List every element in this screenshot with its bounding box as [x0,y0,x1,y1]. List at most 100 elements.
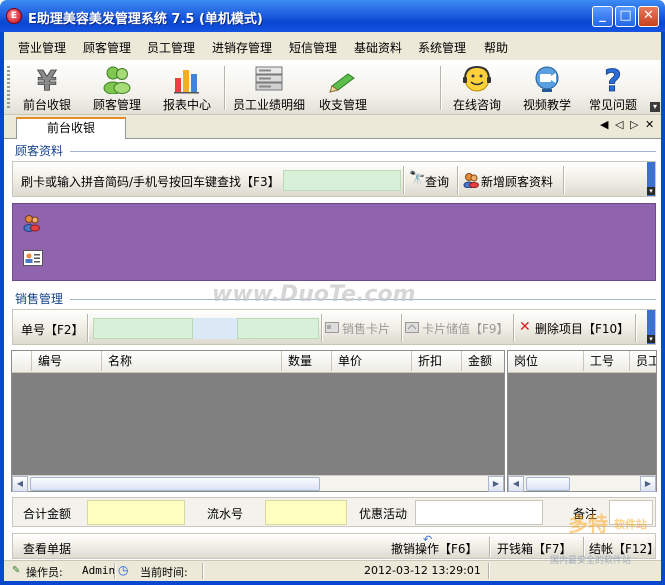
bar-chart-icon [174,70,199,94]
scroll-right-icon[interactable]: ▶ [640,476,656,492]
col-header-amount[interactable]: 金额 [462,351,504,371]
customer-search-input[interactable] [283,170,401,191]
toolbar-grip[interactable] [7,66,10,110]
undo-button[interactable]: ↶ 撤销操作【F6】 [387,533,491,558]
toolbar-online-consult-label: 在线咨询 [452,98,501,112]
order-number-spacer [193,318,237,339]
document-tabs: 前台收银 ◀ ◁ ▷ ✕ [4,115,661,139]
current-time-label: 当前时间: [140,566,188,579]
sales-bar-overflow-icon[interactable]: ▾ [647,335,655,343]
col-header-unit-price[interactable]: 单价 [332,351,412,371]
scroll-thumb[interactable] [30,477,320,491]
tab-next-icon[interactable]: ▷ [630,118,638,131]
toolbar: ¥ 前台收银 顾客管理 报表中心 员工业绩明细 收支管理 在线咨询 视频教学 ?… [4,60,661,115]
menu-basic-data[interactable]: 基础资料 [354,39,402,56]
staff-grid-hscroll[interactable]: ◀ ▶ [508,475,656,492]
sales-toolbar: 单号【F2】 销售卡片 卡片储值【F9】 ✕ 删除项目【F10】 ▾ [12,309,656,345]
svg-text:?: ? [604,64,621,94]
col-header-discount[interactable]: 折扣 [412,351,462,371]
maximize-button[interactable]: □ [615,6,636,27]
scroll-right-icon[interactable]: ▶ [488,476,504,492]
tab-cashier[interactable]: 前台收银 [16,117,126,139]
customer-search-bar: 刷卡或输入拼音简码/手机号按回车键查找【F3】 🔭 查询 新增顾客资料 ▾ [12,161,656,197]
delete-item-button[interactable]: ✕ 删除项目【F10】 [519,319,631,338]
order-extra-input[interactable] [237,318,319,339]
card-icon [325,322,339,333]
card-recharge-button[interactable]: 卡片储值【F9】 [405,320,511,338]
sales-items-hscroll[interactable]: ◀ ▶ [12,475,504,492]
menu-staff[interactable]: 员工管理 [147,39,195,56]
promotion-field[interactable] [415,500,543,525]
window-title: E助理美容美发管理系统 7.5 (单机模式) [28,12,263,27]
window-frame-right [661,32,665,585]
watermark-logo: 多特 [568,512,608,536]
scroll-left-icon[interactable]: ◀ [12,476,28,492]
toolbar-online-consult-button[interactable]: 在线咨询 [444,60,510,114]
tab-prev-icon[interactable]: ◁ [615,118,623,131]
view-orders-button[interactable]: 查看单据 [23,540,71,557]
promotion-label: 优惠活动 [359,507,408,521]
yen-icon: ¥ [37,64,58,94]
menu-customers[interactable]: 顾客管理 [83,39,131,56]
operator-icon: ✎ [12,565,21,576]
menu-inventory[interactable]: 进销存管理 [212,39,272,56]
tab-close-icon[interactable]: ✕ [645,118,654,131]
close-button[interactable]: ✕ [638,6,659,27]
col-header-code[interactable]: 编号 [32,351,102,371]
add-customer-button[interactable]: 新增顾客资料 [463,171,561,191]
status-separator [488,563,490,579]
staff-assignment-grid[interactable]: 岗位 工号 员工 ◀ ▶ [507,350,657,492]
menu-sms[interactable]: 短信管理 [289,39,337,56]
smiley-headset-icon [463,65,491,92]
col-header-quantity[interactable]: 数量 [282,351,332,371]
toolbar-cashier-button[interactable]: ¥ 前台收银 [14,60,80,114]
row-indicator-header [12,351,32,371]
menu-bar: 营业管理 顾客管理 员工管理 进销存管理 短信管理 基础资料 系统管理 帮助 [4,32,661,60]
delete-icon: ✕ [519,319,531,335]
sell-card-button[interactable]: 销售卡片 [325,320,401,338]
undo-label: 撤销操作【F6】 [391,542,478,556]
col-header-position[interactable]: 岗位 [508,351,584,371]
customer-group-icon[interactable] [23,214,41,232]
app-icon[interactable]: E [6,8,22,24]
card-recharge-icon [405,322,419,333]
window-frame-bottom [0,581,665,585]
toolbar-reports-button[interactable]: 报表中心 [154,60,220,114]
toolbar-finance-button[interactable]: 收支管理 [310,60,376,114]
menu-business[interactable]: 营业管理 [18,39,66,56]
toolbar-overflow-icon[interactable]: ▾ [650,102,660,112]
query-button[interactable]: 🔭 查询 [409,171,457,191]
operator-label: 操作员: [26,566,63,579]
toolbar-staff-performance-button[interactable]: 员工业绩明细 [228,60,310,114]
menu-system[interactable]: 系统管理 [418,39,466,56]
search-bar-overflow-icon[interactable]: ▾ [647,187,655,195]
scroll-left-icon[interactable]: ◀ [508,476,524,492]
customers-icon [103,66,131,94]
operator-name: Admin [82,564,116,577]
col-header-staff-id[interactable]: 工号 [584,351,630,371]
total-amount-label: 合计金额 [23,507,72,521]
member-card-icon[interactable] [23,250,43,266]
video-camera-icon [535,66,559,92]
toolbar-separator [224,66,226,110]
staff-grid-header: 岗位 工号 员工 [508,351,656,373]
serial-number-label: 流水号 [207,507,244,521]
menu-help[interactable]: 帮助 [484,39,508,56]
toolbar-video-tutorial-button[interactable]: 视频教学 [514,60,580,114]
customer-section-divider [70,151,656,152]
scroll-thumb[interactable] [526,477,570,491]
sales-bar-separator [513,314,515,342]
order-number-input[interactable] [93,318,193,339]
status-separator [202,563,204,579]
tab-first-icon[interactable]: ◀ [600,118,608,131]
toolbar-separator [440,66,442,110]
query-button-label: 查询 [425,175,450,189]
add-customer-label: 新增顾客资料 [481,175,554,189]
col-header-staff[interactable]: 员工 [630,351,656,371]
minimize-button[interactable]: _ [592,6,613,27]
pen-icon [329,73,355,93]
toolbar-customers-button[interactable]: 顾客管理 [84,60,150,114]
toolbar-faq-button[interactable]: ? 常见问题 [580,60,646,114]
col-header-name[interactable]: 名称 [102,351,282,371]
sales-items-grid[interactable]: 编号 名称 数量 单价 折扣 金额 ◀ ▶ [11,350,505,492]
